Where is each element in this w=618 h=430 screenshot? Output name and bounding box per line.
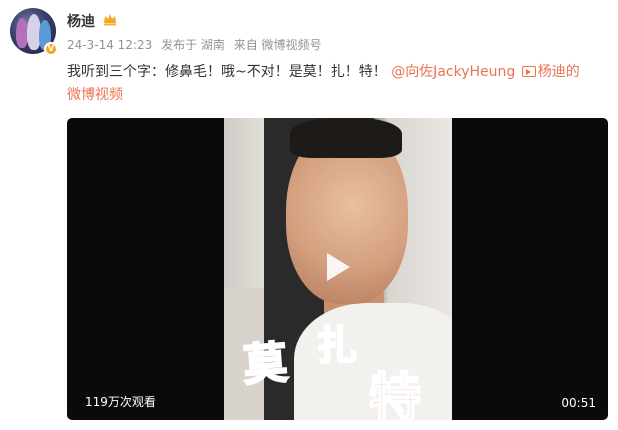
post-location: 发布于 湖南: [161, 38, 225, 52]
crown-icon[interactable]: [102, 11, 118, 27]
verified-badge-icon: V: [44, 42, 58, 56]
video-link-label[interactable]: 杨迪的: [538, 64, 580, 80]
video-duration: 00:51: [561, 396, 596, 410]
post-source: 来自 微博视频号: [233, 38, 322, 52]
view-count: 119万次观看: [85, 395, 156, 409]
video-link-label-2[interactable]: 微博视频: [67, 87, 123, 103]
video-link-icon[interactable]: [521, 66, 536, 77]
author-name[interactable]: 杨迪: [67, 11, 95, 31]
post-body: 我听到三个字：修鼻毛！哦~不对！是莫！扎！特！: [67, 64, 387, 80]
caption-char: 特: [368, 368, 422, 420]
video-player[interactable]: 莫 扎 特 119万次观看 00:51: [67, 118, 608, 420]
frame-hair: [290, 118, 402, 158]
play-icon[interactable]: [318, 248, 356, 286]
post-meta: 24-3-14 12:23 发布于 湖南 来自 微博视频号: [67, 36, 327, 53]
caption-char: 扎: [316, 322, 358, 370]
post-date[interactable]: 24-3-14 12:23: [67, 38, 152, 52]
post-text: 我听到三个字：修鼻毛！哦~不对！是莫！扎！特！ @向佐JackyHeung 杨迪…: [67, 61, 607, 107]
caption-char: 莫: [241, 337, 290, 393]
mention-link[interactable]: @向佐JackyHeung: [391, 64, 515, 80]
